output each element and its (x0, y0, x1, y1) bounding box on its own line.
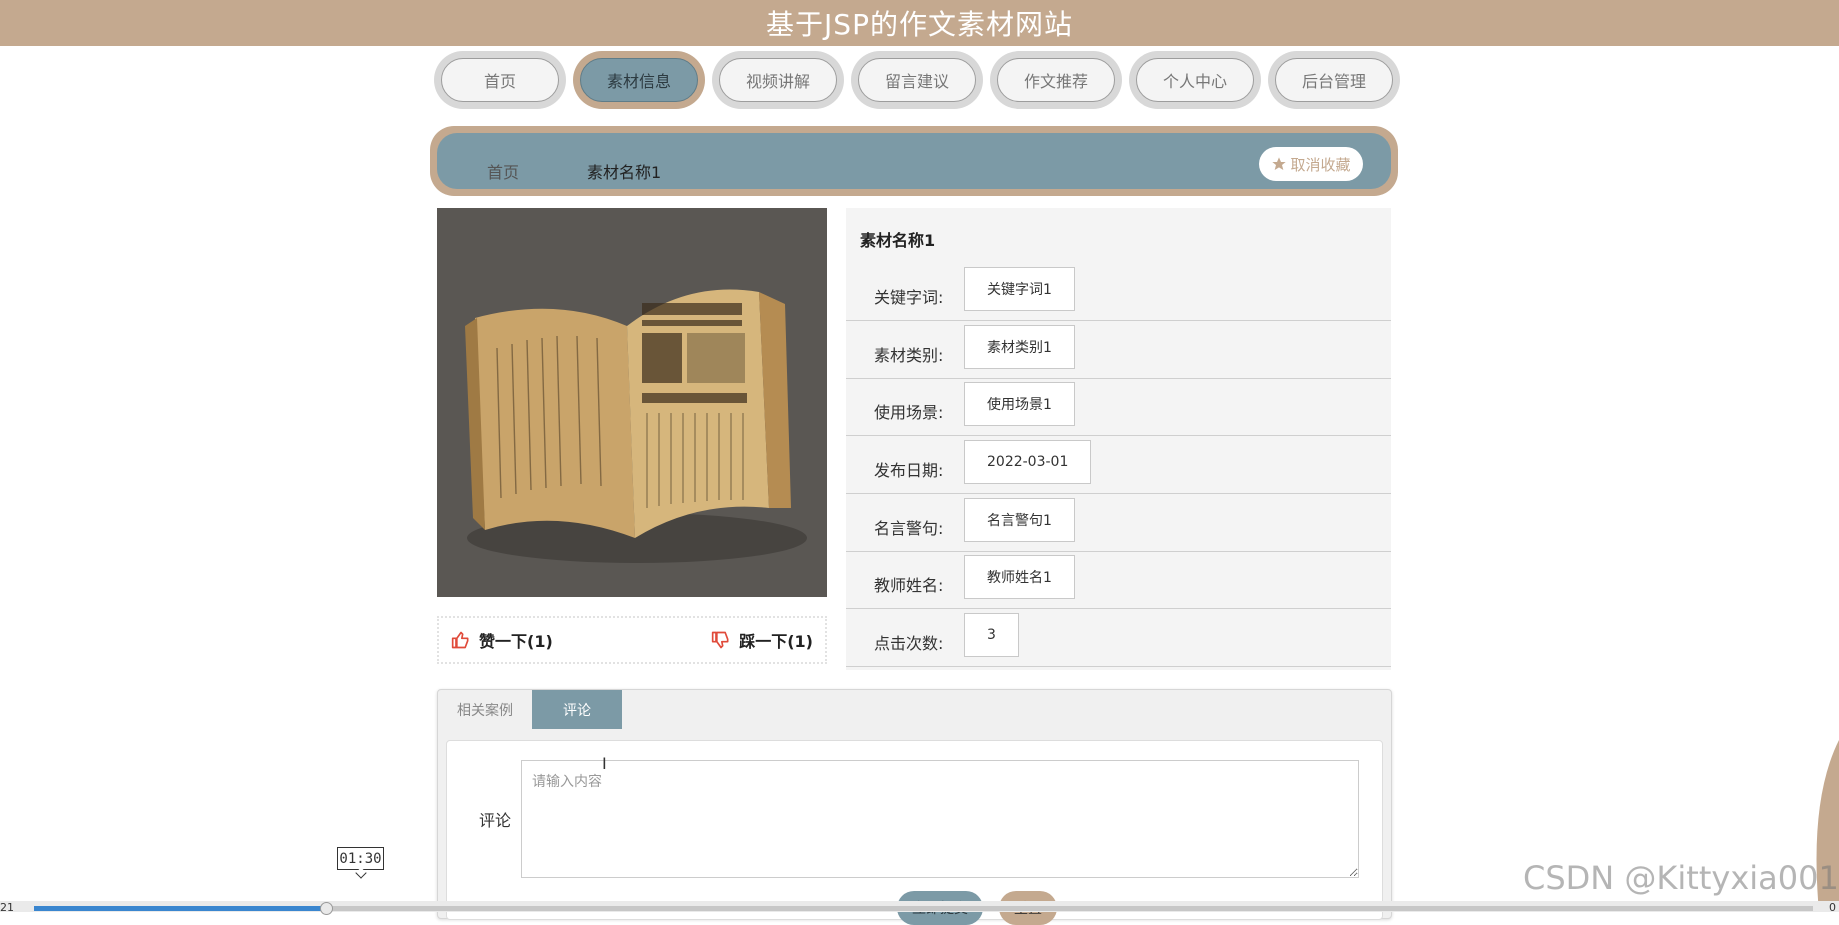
field-value: 名言警句1 (964, 498, 1075, 542)
tab-comments[interactable]: 评论 (532, 690, 622, 729)
nav-item-personal[interactable]: 个人中心 (1129, 51, 1261, 109)
material-title: 素材名称1 (860, 231, 936, 250)
field-value: 3 (964, 613, 1019, 657)
nav-item-home[interactable]: 首页 (434, 51, 566, 109)
nav-item-essay[interactable]: 作文推荐 (990, 51, 1122, 109)
site-title: 基于JSP的作文素材网站 (766, 8, 1073, 41)
nav-item-label: 首页 (441, 58, 559, 102)
comment-label: 评论 (479, 811, 512, 830)
field-value: 素材类别1 (964, 325, 1075, 369)
material-detail-panel: 素材名称1 关键字词: 关键字词1 素材类别: 素材类别1 使用场景: 使用场景… (846, 208, 1391, 670)
text-cursor-icon: I (602, 754, 607, 773)
unfavorite-label: 取消收藏 (1290, 155, 1351, 174)
breadcrumb-bar: 首页 素材名称1 取消收藏 (430, 126, 1398, 196)
tabs-panel: 相关案例 评论 评论 立即提交 重置 (437, 689, 1392, 925)
field-value: 关键字词1 (964, 267, 1075, 311)
field-label: 发布日期: (874, 461, 944, 480)
thumbs-down-icon (712, 631, 729, 649)
breadcrumb-current: 素材名称1 (587, 163, 662, 182)
video-track[interactable] (326, 906, 1813, 911)
thumbs-up-icon (451, 631, 469, 649)
nav-item-material-info[interactable]: 素材信息 (573, 51, 705, 109)
comment-form: 评论 立即提交 重置 (446, 740, 1383, 925)
like-button[interactable]: 赞一下(1) (451, 628, 553, 652)
field-click-count: 点击次数: 3 (846, 609, 1391, 667)
like-label: 赞一下(1) (479, 632, 553, 651)
nav-item-label: 个人中心 (1136, 58, 1254, 102)
field-teacher: 教师姓名: 教师姓名1 (846, 551, 1391, 609)
dislike-button[interactable]: 踩一下(1) (711, 628, 813, 652)
main-nav: 首页 素材信息 视频讲解 留言建议 作文推荐 个人中心 后台管理 (434, 51, 1400, 109)
field-label: 名言警句: (874, 519, 944, 538)
field-value: 教师姓名1 (964, 555, 1075, 599)
field-label: 素材类别: (874, 346, 944, 365)
field-category: 素材类别: 素材类别1 (846, 321, 1391, 379)
nav-item-label: 视频讲解 (719, 58, 837, 102)
field-keywords: 关键字词: 关键字词1 (846, 263, 1391, 321)
nav-item-message[interactable]: 留言建议 (851, 51, 983, 109)
video-progress[interactable] (34, 906, 326, 911)
unfavorite-button[interactable]: 取消收藏 (1259, 147, 1363, 181)
nav-item-admin[interactable]: 后台管理 (1268, 51, 1400, 109)
field-quote: 名言警句: 名言警句1 (846, 494, 1391, 552)
breadcrumb: 首页 素材名称1 取消收藏 (437, 133, 1391, 189)
field-publish-date: 发布日期: 2022-03-01 (846, 436, 1391, 494)
nav-item-label: 留言建议 (858, 58, 976, 102)
material-image (437, 208, 827, 597)
video-time-tooltip: 01:30 (337, 847, 384, 870)
field-value: 使用场景1 (964, 382, 1075, 426)
site-header: 基于JSP的作文素材网站 (0, 0, 1839, 46)
field-label: 使用场景: (874, 403, 944, 422)
field-value: 2022-03-01 (964, 440, 1092, 484)
nav-item-label: 作文推荐 (997, 58, 1115, 102)
tab-related-cases[interactable]: 相关案例 (438, 690, 532, 729)
watermark: CSDN @Kittyxia001 (1523, 859, 1839, 897)
video-seek-handle[interactable] (320, 902, 333, 915)
nav-item-video[interactable]: 视频讲解 (712, 51, 844, 109)
field-label: 关键字词: (874, 288, 944, 307)
vote-bar: 赞一下(1) 踩一下(1) (437, 616, 827, 664)
dislike-label: 踩一下(1) (739, 632, 813, 651)
nav-item-label: 后台管理 (1275, 58, 1393, 102)
field-label: 点击次数: (874, 634, 944, 653)
star-icon (1272, 157, 1287, 170)
field-scenario: 使用场景: 使用场景1 (846, 378, 1391, 436)
video-elapsed: 21 (0, 901, 14, 914)
video-remaining: 0 (1829, 901, 1836, 914)
breadcrumb-home-link[interactable]: 首页 (487, 159, 519, 183)
comment-input[interactable] (521, 760, 1359, 878)
nav-item-label: 素材信息 (580, 58, 698, 102)
field-label: 教师姓名: (874, 576, 944, 595)
